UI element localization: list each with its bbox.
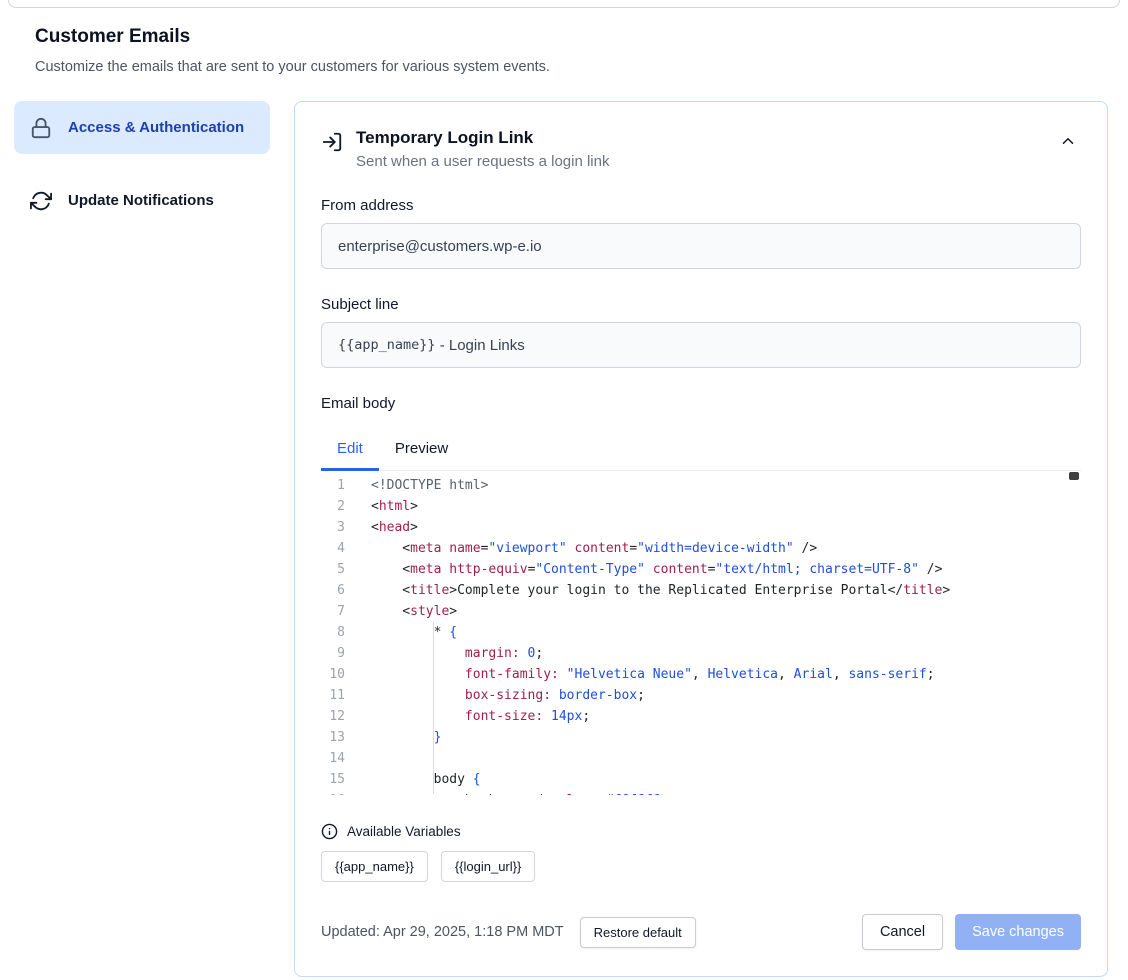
panel-footer: Updated: Apr 29, 2025, 1:18 PM MDT Resto… (321, 914, 1081, 950)
subject-line-input[interactable]: {{app_name}} - Login Links (321, 322, 1081, 368)
code-editor[interactable]: 12345678910111213141516 <!DOCTYPE html><… (321, 471, 1081, 795)
lock-icon (30, 117, 52, 139)
variable-chip-app-name[interactable]: {{app_name}} (321, 851, 428, 882)
save-changes-button[interactable]: Save changes (955, 914, 1081, 950)
page-header: Customer Emails Customize the emails tha… (0, 0, 1128, 75)
subject-line-label: Subject line (321, 296, 1081, 313)
available-variables-row: Available Variables (321, 823, 1081, 840)
sidebar-item-label: Update Notifications (68, 189, 214, 212)
info-icon (321, 823, 338, 840)
restore-default-button[interactable]: Restore default (580, 917, 696, 948)
email-template-panel: Temporary Login Link Sent when a user re… (294, 101, 1108, 977)
main-layout: Access & Authentication Update Notificat… (0, 101, 1128, 977)
panel-subtitle: Sent when a user requests a login link (356, 153, 609, 170)
tab-edit[interactable]: Edit (321, 428, 379, 471)
panel-header: Temporary Login Link Sent when a user re… (321, 128, 1081, 170)
line-numbers: 12345678910111213141516 (321, 471, 365, 795)
sidebar-item-label: Access & Authentication (68, 116, 244, 139)
available-variables-label: Available Variables (347, 824, 461, 839)
sidebar: Access & Authentication Update Notificat… (14, 101, 270, 248)
from-address-label: From address (321, 197, 1081, 214)
tab-preview[interactable]: Preview (379, 428, 464, 471)
subject-plain-text: - Login Links (436, 337, 525, 354)
variable-chip-login-url[interactable]: {{login_url}} (441, 851, 536, 882)
panel-header-text: Temporary Login Link Sent when a user re… (356, 128, 609, 170)
from-address-input[interactable] (321, 223, 1081, 269)
editor-scrollbar[interactable] (1068, 472, 1080, 794)
editor-tabs: Edit Preview (321, 428, 1081, 471)
sidebar-item-access-authentication[interactable]: Access & Authentication (14, 101, 270, 154)
indent-guide (433, 622, 434, 794)
collapse-button[interactable] (1055, 128, 1081, 154)
email-body-label: Email body (321, 395, 1081, 412)
page-title: Customer Emails (35, 26, 1128, 48)
sidebar-item-update-notifications[interactable]: Update Notifications (14, 174, 270, 227)
cancel-button[interactable]: Cancel (862, 914, 943, 950)
updated-timestamp: Updated: Apr 29, 2025, 1:18 PM MDT (321, 924, 564, 940)
variable-chips: {{app_name}} {{login_url}} (321, 851, 1081, 882)
panel-title: Temporary Login Link (356, 128, 609, 148)
previous-section-bottom-edge (8, 0, 1120, 8)
chevron-up-icon (1059, 132, 1077, 150)
page-subtitle: Customize the emails that are sent to yo… (35, 59, 1128, 75)
subject-variable-text: {{app_name}} (338, 337, 436, 353)
editor-scrollbar-thumb[interactable] (1069, 472, 1079, 480)
login-icon (321, 131, 343, 153)
code-lines: <!DOCTYPE html><html><head> <meta name="… (371, 471, 1081, 795)
refresh-icon (30, 190, 52, 212)
